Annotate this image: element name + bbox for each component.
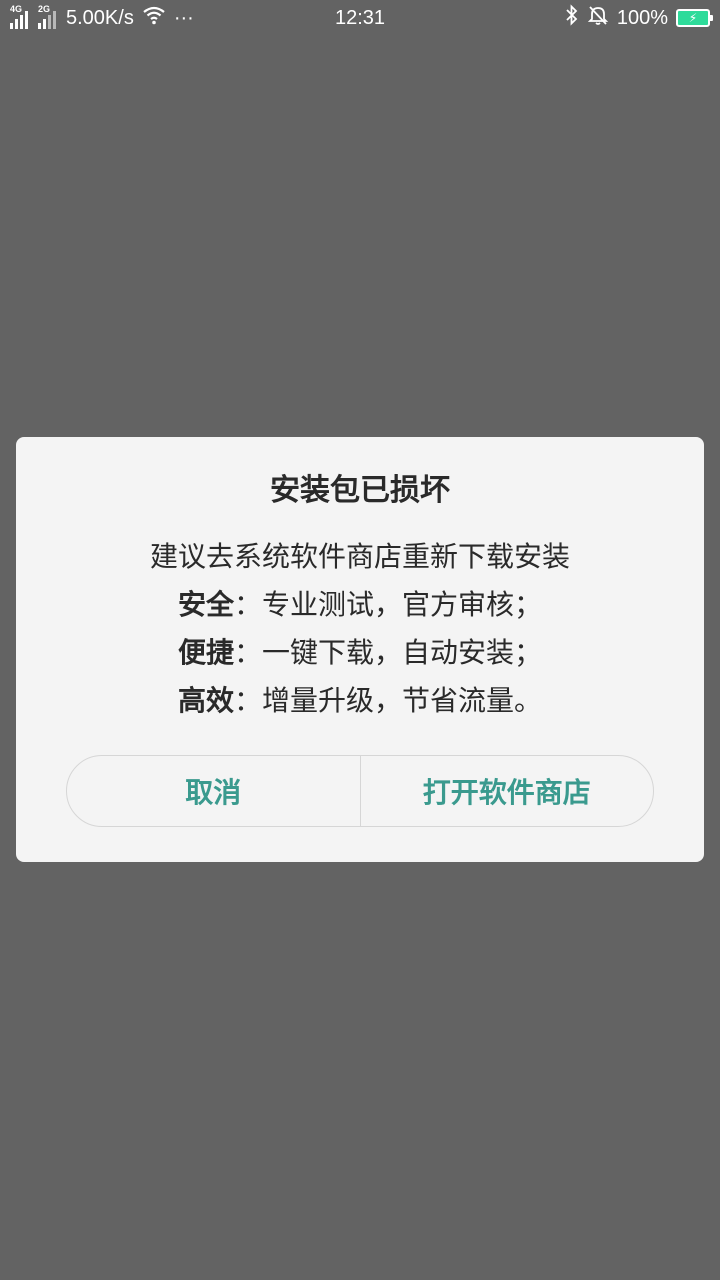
feature-label: 安全 (177, 588, 234, 621)
feature-label: 便捷 (177, 636, 234, 669)
battery-icon: ⚡ (676, 9, 713, 27)
feature-sep: ： (233, 684, 262, 717)
dialog-intro: 建议去系统软件商店重新下载安装 (149, 540, 570, 573)
feature-line-safety: 安全：专业测试，官方审核； (16, 581, 704, 629)
feature-text: 增量升级，节省流量。 (262, 684, 543, 717)
status-bar: 4G 2G 5.00K/s ··· 12:31 100% ⚡ (0, 0, 720, 36)
feature-line-convenience: 便捷：一键下载，自动安装； (16, 629, 704, 677)
cancel-button[interactable]: 取消 (67, 756, 360, 826)
feature-label: 高效 (177, 684, 234, 717)
status-right: 100% ⚡ (565, 4, 713, 32)
dialog-title: 安装包已损坏 (270, 473, 450, 508)
bell-muted-icon (587, 4, 609, 32)
feature-sep: ： (233, 636, 262, 669)
damaged-package-dialog: 安装包已损坏 建议去系统软件商店重新下载安装 安全：专业测试，官方审核； 便捷：… (16, 437, 704, 862)
battery-percent: 100% (616, 6, 668, 29)
dialog-message: 建议去系统软件商店重新下载安装 安全：专业测试，官方审核； 便捷：一键下载，自动… (16, 533, 704, 725)
feature-sep: ： (233, 588, 262, 621)
feature-text: 一键下载，自动安装； (262, 636, 543, 669)
dialog-button-group: 取消 打开软件商店 (66, 755, 654, 827)
feature-line-efficiency: 高效：增量升级，节省流量。 (16, 677, 704, 725)
bluetooth-icon (565, 4, 579, 32)
feature-text: 专业测试，官方审核； (262, 588, 543, 621)
open-app-store-button[interactable]: 打开软件商店 (361, 756, 654, 826)
